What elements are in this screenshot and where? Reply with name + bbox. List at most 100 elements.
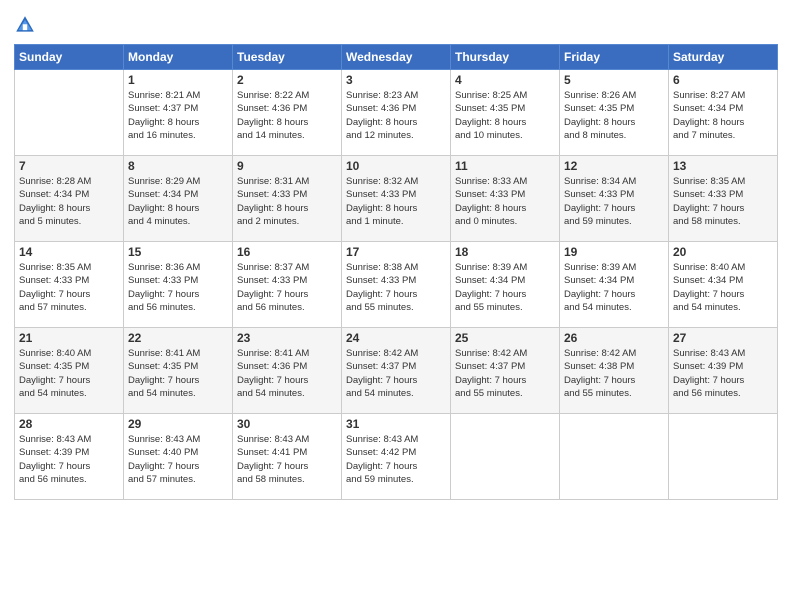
day-info: Sunrise: 8:37 AMSunset: 4:33 PMDaylight:… <box>237 261 337 314</box>
day-info: Sunrise: 8:21 AMSunset: 4:37 PMDaylight:… <box>128 89 228 142</box>
calendar-cell: 9Sunrise: 8:31 AMSunset: 4:33 PMDaylight… <box>233 156 342 242</box>
weekday-header-wednesday: Wednesday <box>342 45 451 70</box>
calendar-cell: 5Sunrise: 8:26 AMSunset: 4:35 PMDaylight… <box>560 70 669 156</box>
calendar-cell: 13 Sunrise: 8:35 AMSunset: 4:33 PMDayligh… <box>669 156 778 242</box>
day-info: Sunrise: 8:43 AMSunset: 4:41 PMDaylight:… <box>237 433 337 486</box>
calendar-cell: 11 Sunrise: 8:33 AMSunset: 4:33 PMDayligh… <box>451 156 560 242</box>
day-number: 7 <box>19 159 119 173</box>
day-number: 3 <box>346 73 446 87</box>
day-number: 13 <box>673 159 773 173</box>
day-info: Sunrise: 8:40 AMSunset: 4:34 PMDaylight:… <box>673 261 773 314</box>
calendar-cell: 6 Sunrise: 8:27 AMSunset: 4:34 PMDaylight… <box>669 70 778 156</box>
calendar-cell: 25 Sunrise: 8:42 AMSunset: 4:37 PMDayligh… <box>451 328 560 414</box>
calendar-cell: 2Sunrise: 8:22 AMSunset: 4:36 PMDaylight… <box>233 70 342 156</box>
day-info: Sunrise: 8:32 AMSunset: 4:33 PMDaylight:… <box>346 175 446 228</box>
calendar-cell: 29Sunrise: 8:43 AMSunset: 4:40 PMDayligh… <box>124 414 233 500</box>
calendar-cell: 14 Sunrise: 8:35 AMSunset: 4:33 PMDayligh… <box>15 242 124 328</box>
calendar-cell: 17 Sunrise: 8:38 AMSunset: 4:33 PMDayligh… <box>342 242 451 328</box>
day-info: Sunrise: 8:40 AMSunset: 4:35 PMDaylight:… <box>19 347 119 400</box>
calendar-cell: 20 Sunrise: 8:40 AMSunset: 4:34 PMDayligh… <box>669 242 778 328</box>
day-number: 14 <box>19 245 119 259</box>
day-number: 21 <box>19 331 119 345</box>
calendar-cell: 26 Sunrise: 8:42 AMSunset: 4:38 PMDayligh… <box>560 328 669 414</box>
day-info: Sunrise: 8:33 AMSunset: 4:33 PMDaylight:… <box>455 175 555 228</box>
day-number: 4 <box>455 73 555 87</box>
calendar-cell: 7 Sunrise: 8:28 AMSunset: 4:34 PMDaylight… <box>15 156 124 242</box>
calendar-cell: 31Sunrise: 8:43 AMSunset: 4:42 PMDayligh… <box>342 414 451 500</box>
logo <box>14 14 39 36</box>
calendar-week-3: 14 Sunrise: 8:35 AMSunset: 4:33 PMDayligh… <box>15 242 778 328</box>
day-number: 20 <box>673 245 773 259</box>
calendar-week-5: 28 Sunrise: 8:43 AMSunset: 4:39 PMDayligh… <box>15 414 778 500</box>
day-number: 31 <box>346 417 446 431</box>
day-info: Sunrise: 8:35 AMSunset: 4:33 PMDaylight:… <box>673 175 773 228</box>
day-info: Sunrise: 8:38 AMSunset: 4:33 PMDaylight:… <box>346 261 446 314</box>
day-info: Sunrise: 8:43 AMSunset: 4:40 PMDaylight:… <box>128 433 228 486</box>
calendar-cell: 4 Sunrise: 8:25 AMSunset: 4:35 PMDaylight… <box>451 70 560 156</box>
calendar-cell: 16 Sunrise: 8:37 AMSunset: 4:33 PMDayligh… <box>233 242 342 328</box>
day-info: Sunrise: 8:35 AMSunset: 4:33 PMDaylight:… <box>19 261 119 314</box>
calendar-week-4: 21 Sunrise: 8:40 AMSunset: 4:35 PMDayligh… <box>15 328 778 414</box>
day-number: 18 <box>455 245 555 259</box>
day-number: 28 <box>19 417 119 431</box>
calendar-cell <box>669 414 778 500</box>
calendar-cell: 27 Sunrise: 8:43 AMSunset: 4:39 PMDayligh… <box>669 328 778 414</box>
day-info: Sunrise: 8:39 AMSunset: 4:34 PMDaylight:… <box>564 261 664 314</box>
day-info: Sunrise: 8:41 AMSunset: 4:35 PMDaylight:… <box>128 347 228 400</box>
calendar-cell: 24Sunrise: 8:42 AMSunset: 4:37 PMDayligh… <box>342 328 451 414</box>
day-number: 11 <box>455 159 555 173</box>
day-number: 17 <box>346 245 446 259</box>
day-number: 2 <box>237 73 337 87</box>
day-number: 26 <box>564 331 664 345</box>
day-info: Sunrise: 8:36 AMSunset: 4:33 PMDaylight:… <box>128 261 228 314</box>
calendar-cell: 10 Sunrise: 8:32 AMSunset: 4:33 PMDayligh… <box>342 156 451 242</box>
calendar-cell <box>560 414 669 500</box>
day-number: 10 <box>346 159 446 173</box>
day-info: Sunrise: 8:25 AMSunset: 4:35 PMDaylight:… <box>455 89 555 142</box>
calendar-table: SundayMondayTuesdayWednesdayThursdayFrid… <box>14 44 778 500</box>
header <box>14 10 778 36</box>
day-info: Sunrise: 8:27 AMSunset: 4:34 PMDaylight:… <box>673 89 773 142</box>
calendar-week-1: 1Sunrise: 8:21 AMSunset: 4:37 PMDaylight… <box>15 70 778 156</box>
day-info: Sunrise: 8:23 AMSunset: 4:36 PMDaylight:… <box>346 89 446 142</box>
day-number: 23 <box>237 331 337 345</box>
calendar-cell: 3 Sunrise: 8:23 AMSunset: 4:36 PMDaylight… <box>342 70 451 156</box>
calendar-cell: 12Sunrise: 8:34 AMSunset: 4:33 PMDayligh… <box>560 156 669 242</box>
weekday-header-tuesday: Tuesday <box>233 45 342 70</box>
day-number: 5 <box>564 73 664 87</box>
day-info: Sunrise: 8:43 AMSunset: 4:39 PMDaylight:… <box>673 347 773 400</box>
day-info: Sunrise: 8:39 AMSunset: 4:34 PMDaylight:… <box>455 261 555 314</box>
weekday-header-thursday: Thursday <box>451 45 560 70</box>
calendar-cell: 30 Sunrise: 8:43 AMSunset: 4:41 PMDayligh… <box>233 414 342 500</box>
day-number: 6 <box>673 73 773 87</box>
day-number: 30 <box>237 417 337 431</box>
day-number: 15 <box>128 245 228 259</box>
calendar-cell: 15 Sunrise: 8:36 AMSunset: 4:33 PMDayligh… <box>124 242 233 328</box>
calendar-cell: 18 Sunrise: 8:39 AMSunset: 4:34 PMDayligh… <box>451 242 560 328</box>
day-info: Sunrise: 8:42 AMSunset: 4:38 PMDaylight:… <box>564 347 664 400</box>
calendar-cell: 8Sunrise: 8:29 AMSunset: 4:34 PMDaylight… <box>124 156 233 242</box>
day-info: Sunrise: 8:42 AMSunset: 4:37 PMDaylight:… <box>346 347 446 400</box>
calendar-cell: 19 Sunrise: 8:39 AMSunset: 4:34 PMDayligh… <box>560 242 669 328</box>
calendar-cell: 21 Sunrise: 8:40 AMSunset: 4:35 PMDayligh… <box>15 328 124 414</box>
day-number: 27 <box>673 331 773 345</box>
weekday-header-friday: Friday <box>560 45 669 70</box>
day-info: Sunrise: 8:43 AMSunset: 4:39 PMDaylight:… <box>19 433 119 486</box>
day-info: Sunrise: 8:42 AMSunset: 4:37 PMDaylight:… <box>455 347 555 400</box>
weekday-header-sunday: Sunday <box>15 45 124 70</box>
weekday-header-saturday: Saturday <box>669 45 778 70</box>
calendar-cell: 1Sunrise: 8:21 AMSunset: 4:37 PMDaylight… <box>124 70 233 156</box>
day-info: Sunrise: 8:29 AMSunset: 4:34 PMDaylight:… <box>128 175 228 228</box>
calendar-header-row: SundayMondayTuesdayWednesdayThursdayFrid… <box>15 45 778 70</box>
day-number: 19 <box>564 245 664 259</box>
calendar-cell <box>15 70 124 156</box>
day-info: Sunrise: 8:28 AMSunset: 4:34 PMDaylight:… <box>19 175 119 228</box>
day-number: 22 <box>128 331 228 345</box>
calendar-cell <box>451 414 560 500</box>
day-number: 16 <box>237 245 337 259</box>
calendar-week-2: 7 Sunrise: 8:28 AMSunset: 4:34 PMDaylight… <box>15 156 778 242</box>
day-number: 25 <box>455 331 555 345</box>
logo-icon <box>14 14 36 36</box>
weekday-header-monday: Monday <box>124 45 233 70</box>
day-number: 9 <box>237 159 337 173</box>
